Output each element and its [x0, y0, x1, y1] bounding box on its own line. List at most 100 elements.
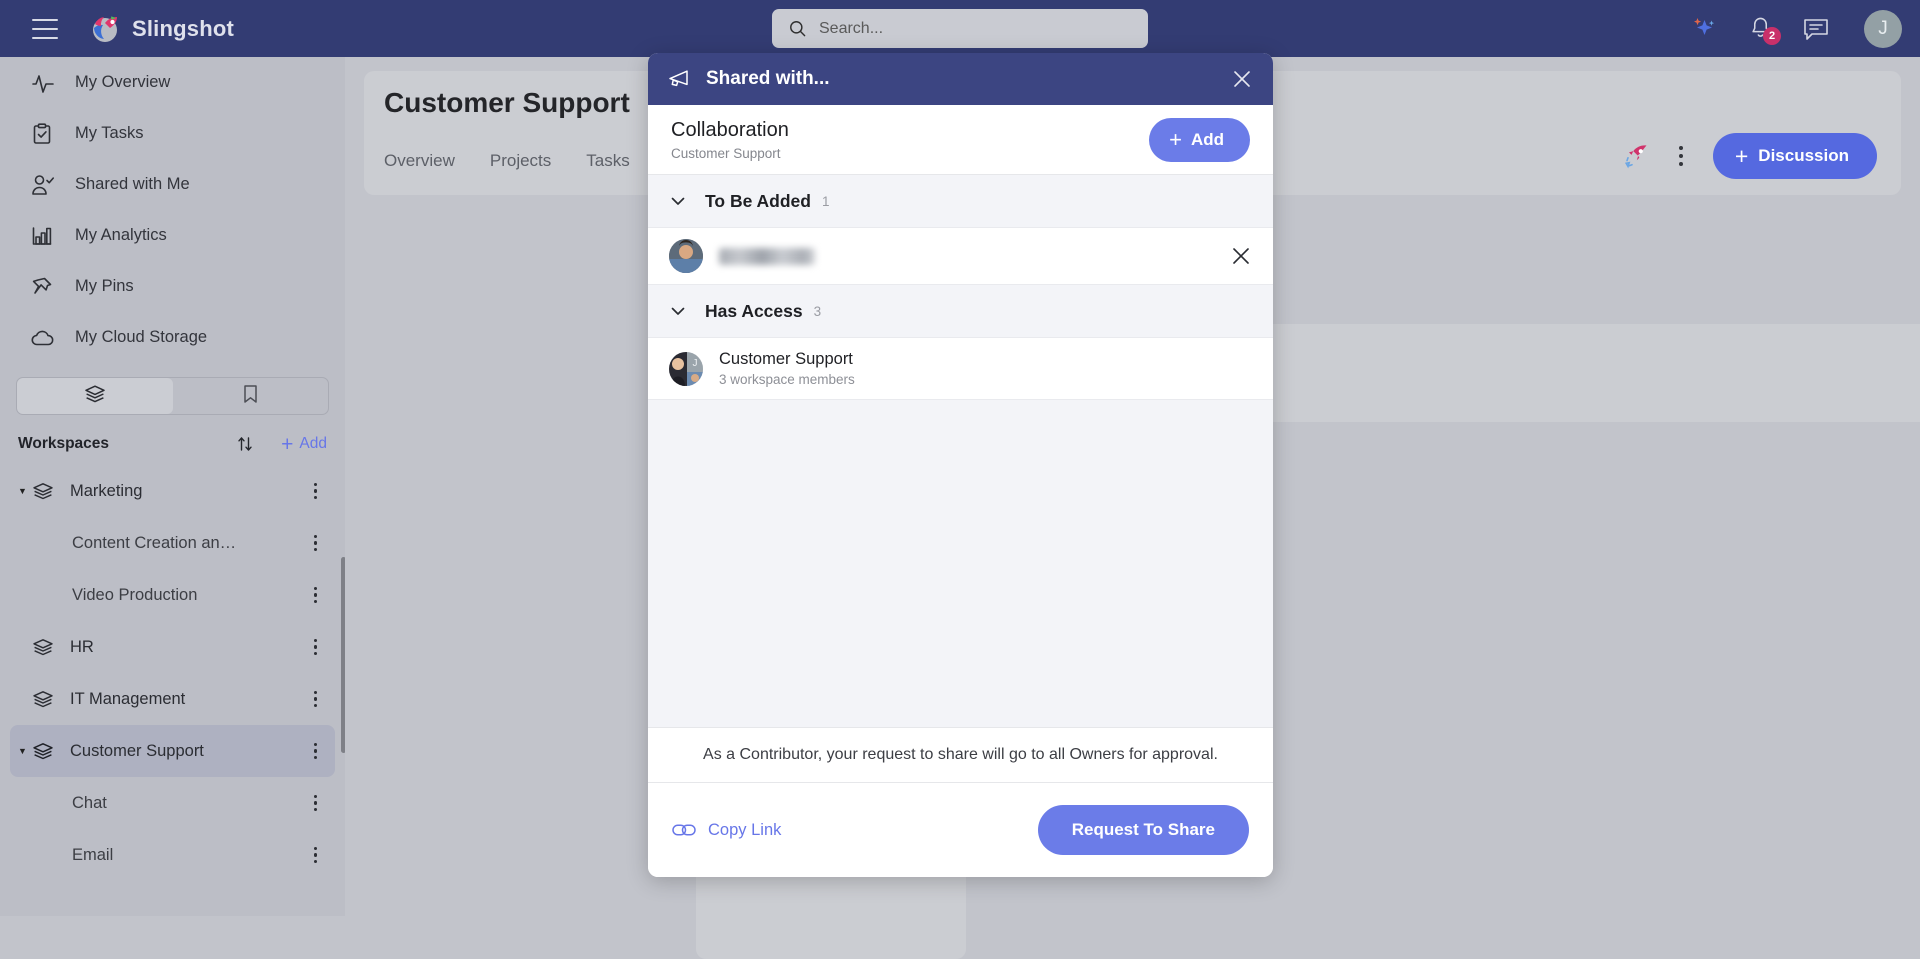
workspace-item-it-management[interactable]: IT Management: [10, 673, 335, 725]
sidebar-view-toggle[interactable]: [16, 377, 329, 415]
workspace-label: IT Management: [70, 689, 186, 708]
tab-tasks[interactable]: Tasks: [586, 151, 629, 191]
workspace-item-email[interactable]: Email: [10, 829, 335, 881]
search-icon: [788, 19, 807, 38]
workspace-menu-icon[interactable]: [313, 587, 317, 603]
workspace-menu-icon[interactable]: [313, 483, 317, 499]
hamburger-icon[interactable]: [32, 18, 58, 39]
workspace-item-content-creation[interactable]: Content Creation an…: [10, 517, 335, 569]
tab-overview[interactable]: Overview: [384, 151, 455, 191]
remove-member-icon[interactable]: [1230, 245, 1252, 267]
megaphone-icon: [667, 68, 692, 90]
chevron-down-icon[interactable]: ▼: [18, 486, 32, 496]
workspaces-header: Workspaces + Add: [0, 423, 345, 465]
workspace-menu-icon[interactable]: [313, 535, 317, 551]
group-header-has-access[interactable]: Has Access 3: [648, 285, 1273, 337]
chevron-down-icon[interactable]: ▼: [18, 746, 32, 756]
sparkles-icon[interactable]: [1691, 16, 1719, 42]
dialog-body: To Be Added 1 Has Access 3 J Customer Su…: [648, 175, 1273, 727]
sidebar-item-label: My Analytics: [75, 226, 167, 244]
page-title: Customer Support: [384, 87, 630, 118]
dialog-subject: Collaboration Customer Support + Add: [648, 105, 1273, 175]
workspace-item-marketing[interactable]: ▼ Marketing: [10, 465, 335, 517]
sidebar-item-label: Shared with Me: [75, 175, 190, 193]
workspace-item-hr[interactable]: HR: [10, 621, 335, 673]
workspace-menu-icon[interactable]: [313, 691, 317, 707]
sidebar: My Overview My Tasks Shared with Me My A…: [0, 57, 345, 916]
workspace-label: Content Creation an…: [72, 533, 237, 552]
copy-link-button[interactable]: Copy Link: [672, 821, 781, 840]
sidebar-item-my-overview[interactable]: My Overview: [0, 57, 345, 108]
add-workspace-button[interactable]: + Add: [281, 434, 327, 455]
avatar-group: J: [669, 351, 703, 386]
user-check-icon: [31, 174, 57, 196]
bookmark-icon: [242, 384, 259, 409]
workspace-menu-icon[interactable]: [313, 639, 317, 655]
group-header-to-be-added[interactable]: To Be Added 1: [648, 175, 1273, 227]
pending-member-row[interactable]: [648, 227, 1273, 285]
pin-icon: [31, 276, 57, 298]
bell-icon[interactable]: 2: [1749, 16, 1781, 45]
sidebar-item-label: My Pins: [75, 277, 134, 295]
pending-member-name: [719, 247, 815, 265]
slingshot-logo-icon: [91, 14, 121, 44]
request-to-share-button[interactable]: Request To Share: [1037, 805, 1249, 855]
copy-link-label: Copy Link: [708, 820, 782, 839]
workspace-menu-icon[interactable]: [313, 847, 317, 863]
add-button[interactable]: + Add: [1149, 117, 1250, 162]
chevron-down-icon[interactable]: [669, 302, 687, 320]
sidebar-item-label: My Overview: [75, 73, 171, 91]
avatar[interactable]: J: [1864, 9, 1902, 48]
group-title: Has Access: [705, 300, 803, 321]
sidebar-item-my-pins[interactable]: My Pins: [0, 261, 345, 312]
plus-icon: +: [1169, 126, 1182, 152]
group-count: 1: [821, 193, 830, 209]
group-count: 3: [813, 303, 822, 319]
brand[interactable]: Slingshot: [91, 14, 234, 44]
workspace-label: Video Production: [72, 585, 198, 604]
chat-bubble-icon[interactable]: [1802, 17, 1830, 41]
toolbar-menu-icon[interactable]: [1678, 146, 1683, 166]
workspace-item-video-production[interactable]: Video Production: [10, 569, 335, 621]
layers-icon: [32, 482, 56, 501]
close-icon[interactable]: [1230, 67, 1254, 91]
layers-icon: [32, 638, 56, 657]
top-bar: Slingshot 2: [0, 0, 1920, 57]
workspace-label: Email: [72, 845, 114, 864]
rocket-icon[interactable]: [1623, 143, 1649, 169]
access-workspace-row[interactable]: J Customer Support 3 workspace members: [648, 337, 1273, 400]
search-input[interactable]: [819, 19, 1119, 38]
sidebar-item-my-tasks[interactable]: My Tasks: [0, 108, 345, 159]
sidebar-toggle-workspaces[interactable]: [17, 378, 173, 414]
workspace-label: HR: [70, 637, 94, 656]
chevron-down-icon[interactable]: [669, 192, 687, 210]
subject-subtitle: Customer Support: [671, 145, 781, 161]
sidebar-item-my-cloud-storage[interactable]: My Cloud Storage: [0, 312, 345, 363]
tab-projects[interactable]: Projects: [490, 151, 551, 191]
workspace-item-customer-support[interactable]: ▼ Customer Support: [10, 725, 335, 777]
sidebar-item-shared-with-me[interactable]: Shared with Me: [0, 159, 345, 210]
dialog-title: Shared with...: [706, 68, 830, 89]
access-workspace-meta: 3 workspace members: [719, 372, 855, 387]
link-icon: [672, 822, 696, 838]
search-bar[interactable]: [772, 9, 1148, 48]
sidebar-item-label: My Tasks: [75, 124, 144, 142]
sidebar-toggle-bookmarks[interactable]: [173, 378, 329, 414]
top-bar-actions: 2 J: [1691, 0, 1902, 57]
clipboard-check-icon: [31, 122, 57, 145]
cloud-icon: [31, 328, 57, 348]
workspace-menu-icon[interactable]: [313, 743, 317, 759]
sidebar-item-my-analytics[interactable]: My Analytics: [0, 210, 345, 261]
plus-icon: +: [1734, 142, 1749, 169]
new-discussion-label: Discussion: [1758, 146, 1849, 165]
access-workspace-name: Customer Support: [719, 350, 853, 368]
layers-icon: [32, 690, 56, 709]
workspace-item-chat[interactable]: Chat: [10, 777, 335, 829]
dialog-footer: Copy Link Request To Share: [648, 783, 1273, 877]
workspace-menu-icon[interactable]: [313, 795, 317, 811]
permission-note: As a Contributor, your request to share …: [648, 727, 1273, 783]
add-button-label: Add: [1190, 129, 1224, 149]
notification-badge: 2: [1763, 27, 1781, 45]
sort-arrows-icon[interactable]: [235, 434, 255, 454]
new-discussion-button[interactable]: + Discussion: [1712, 133, 1877, 179]
